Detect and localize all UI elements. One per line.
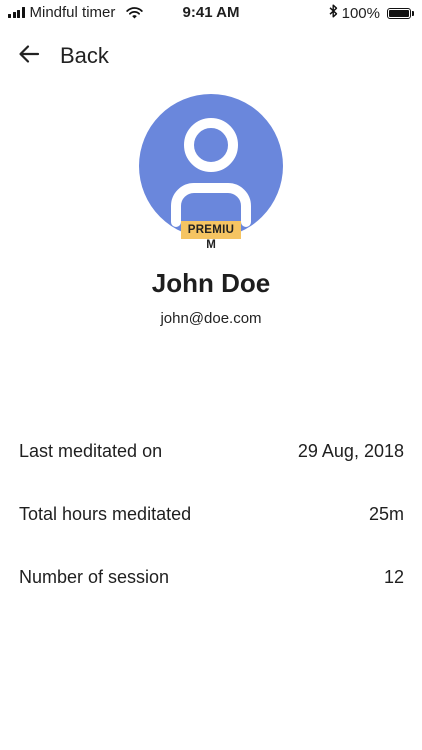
status-bar: Mindful timer 9:41 AM 100% (0, 0, 422, 26)
stat-row-sessions: Number of session 12 (19, 567, 404, 588)
stat-value: 29 Aug, 2018 (297, 441, 404, 461)
stat-row-last-meditated: Last meditated on 29 Aug, 2018 (19, 441, 404, 462)
stat-value: 12 (383, 567, 404, 587)
user-icon (171, 118, 251, 227)
stat-row-total-hours: Total hours meditated 25m (19, 504, 404, 525)
stat-label: Last meditated on (19, 441, 163, 461)
battery-icon (387, 7, 414, 19)
bluetooth-icon (329, 4, 338, 22)
battery-percent: 100% (341, 4, 380, 22)
back-button[interactable]: Back (18, 40, 109, 72)
premium-badge: PREMIU (181, 221, 241, 239)
premium-badge-overflow: M (206, 239, 216, 251)
back-label: Back (60, 43, 109, 68)
stat-label: Total hours meditated (19, 504, 192, 524)
profile-avatar-block: PREMIU M (139, 94, 283, 254)
stat-label: Number of session (19, 567, 170, 587)
stat-value: 25m (368, 504, 404, 524)
arrow-left-icon (18, 44, 40, 69)
user-email: john@doe.com (160, 310, 262, 327)
avatar (139, 94, 283, 238)
user-name: John Doe (151, 268, 271, 298)
status-right: 100% (329, 4, 414, 22)
